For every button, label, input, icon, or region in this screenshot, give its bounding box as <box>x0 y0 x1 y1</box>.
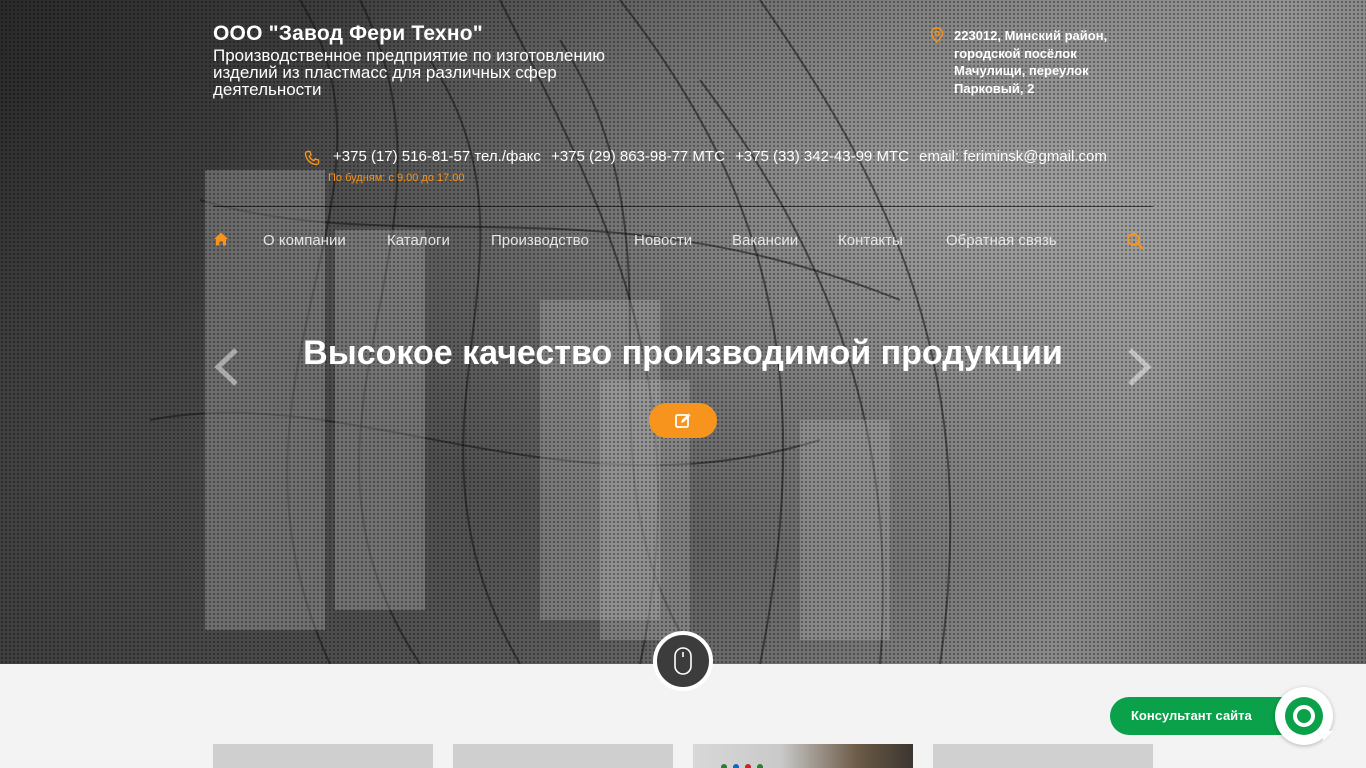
nav-item-news[interactable]: Новости <box>634 232 692 249</box>
working-hours: По будням: с 9.00 до 17.00 <box>328 172 465 184</box>
phone-mts-29[interactable]: +375 (29) 863-98-77 МТС <box>551 148 725 165</box>
nav-item-about[interactable]: О компании <box>263 232 346 249</box>
chat-ring <box>1285 697 1323 735</box>
catalog-cards <box>213 744 1153 768</box>
nav-item-catalogs[interactable]: Каталоги <box>387 232 450 249</box>
phone-icon <box>304 150 320 166</box>
contacts-line: +375 (17) 516-81-57 тел./факс +375 (29) … <box>333 148 1113 165</box>
phone-fax[interactable]: +375 (17) 516-81-57 тел./факс <box>333 148 541 165</box>
home-icon[interactable] <box>213 231 229 247</box>
search-icon[interactable] <box>1126 232 1144 250</box>
mouse-icon <box>674 647 692 675</box>
hero-slider: ООО "Завод Фери Техно" Производственное … <box>0 0 1366 664</box>
location-pin-icon <box>930 27 944 43</box>
scroll-down-button[interactable] <box>653 631 713 691</box>
header-divider <box>213 206 1153 207</box>
chat-icon[interactable] <box>1275 687 1333 745</box>
nav-item-production[interactable]: Производство <box>491 232 589 249</box>
company-description: Производственное предприятие по изготовл… <box>213 46 606 99</box>
address-text: 223012, Минский район, городской посёлок… <box>954 28 1108 96</box>
dot-overlay <box>0 0 1366 664</box>
chat-tail <box>1323 731 1333 741</box>
nav-item-feedback[interactable]: Обратная связь <box>946 232 1057 249</box>
catalog-card[interactable] <box>933 744 1153 768</box>
edit-icon <box>675 413 691 428</box>
slide-title: Высокое качество производимой продукции <box>303 334 1063 372</box>
company-name[interactable]: ООО "Завод Фери Техно" <box>213 22 483 46</box>
main-nav: О компании Каталоги Производство Новости… <box>213 229 1153 253</box>
nav-item-vacancies[interactable]: Вакансии <box>732 232 798 249</box>
catalog-card[interactable] <box>453 744 673 768</box>
phone-mts-33[interactable]: +375 (33) 342-43-99 МТС <box>735 148 909 165</box>
nav-item-contacts[interactable]: Контакты <box>838 232 903 249</box>
email-link[interactable]: email: feriminsk@gmail.com <box>919 148 1107 165</box>
consultant-label: Консультант сайта <box>1131 708 1252 723</box>
slide-action-button[interactable] <box>649 403 717 438</box>
catalog-card[interactable] <box>693 744 913 768</box>
catalog-card[interactable] <box>213 744 433 768</box>
